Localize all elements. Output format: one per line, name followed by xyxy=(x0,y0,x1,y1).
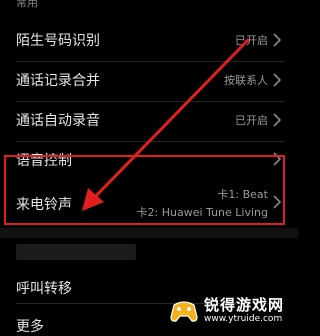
gamepad-logo-icon xyxy=(170,301,198,322)
row-auto-record[interactable]: 通话自动录音 已开启 xyxy=(0,102,298,138)
chevron-right-icon xyxy=(273,113,282,127)
row-value: 已开启 xyxy=(235,34,268,47)
chevron-right-icon xyxy=(273,73,282,87)
section-header-common: 常用 xyxy=(16,0,38,9)
chevron-right-icon xyxy=(273,33,282,47)
row-title: 呼叫转移 xyxy=(16,281,72,297)
watermark-title: 锐得游戏网 xyxy=(204,296,285,314)
watermark-url: www.ytruide.com xyxy=(204,314,283,324)
row-title: 通话记录合并 xyxy=(16,73,100,89)
row-title: 陌生号码识别 xyxy=(16,33,100,49)
row-title: 通话自动录音 xyxy=(16,113,100,129)
row-title: 更多 xyxy=(16,319,44,335)
watermark: 锐得游戏网 www.ytruide.com xyxy=(164,293,294,331)
row-value: 已开启 xyxy=(235,114,268,127)
row-stranger-number-id[interactable]: 陌生号码识别 已开启 xyxy=(0,22,298,58)
highlight-box xyxy=(4,155,285,225)
row-value: 按联系人 xyxy=(224,74,268,87)
section-gap xyxy=(0,228,298,238)
blurred-row xyxy=(16,244,136,260)
row-call-log-merge[interactable]: 通话记录合并 按联系人 xyxy=(0,62,298,98)
